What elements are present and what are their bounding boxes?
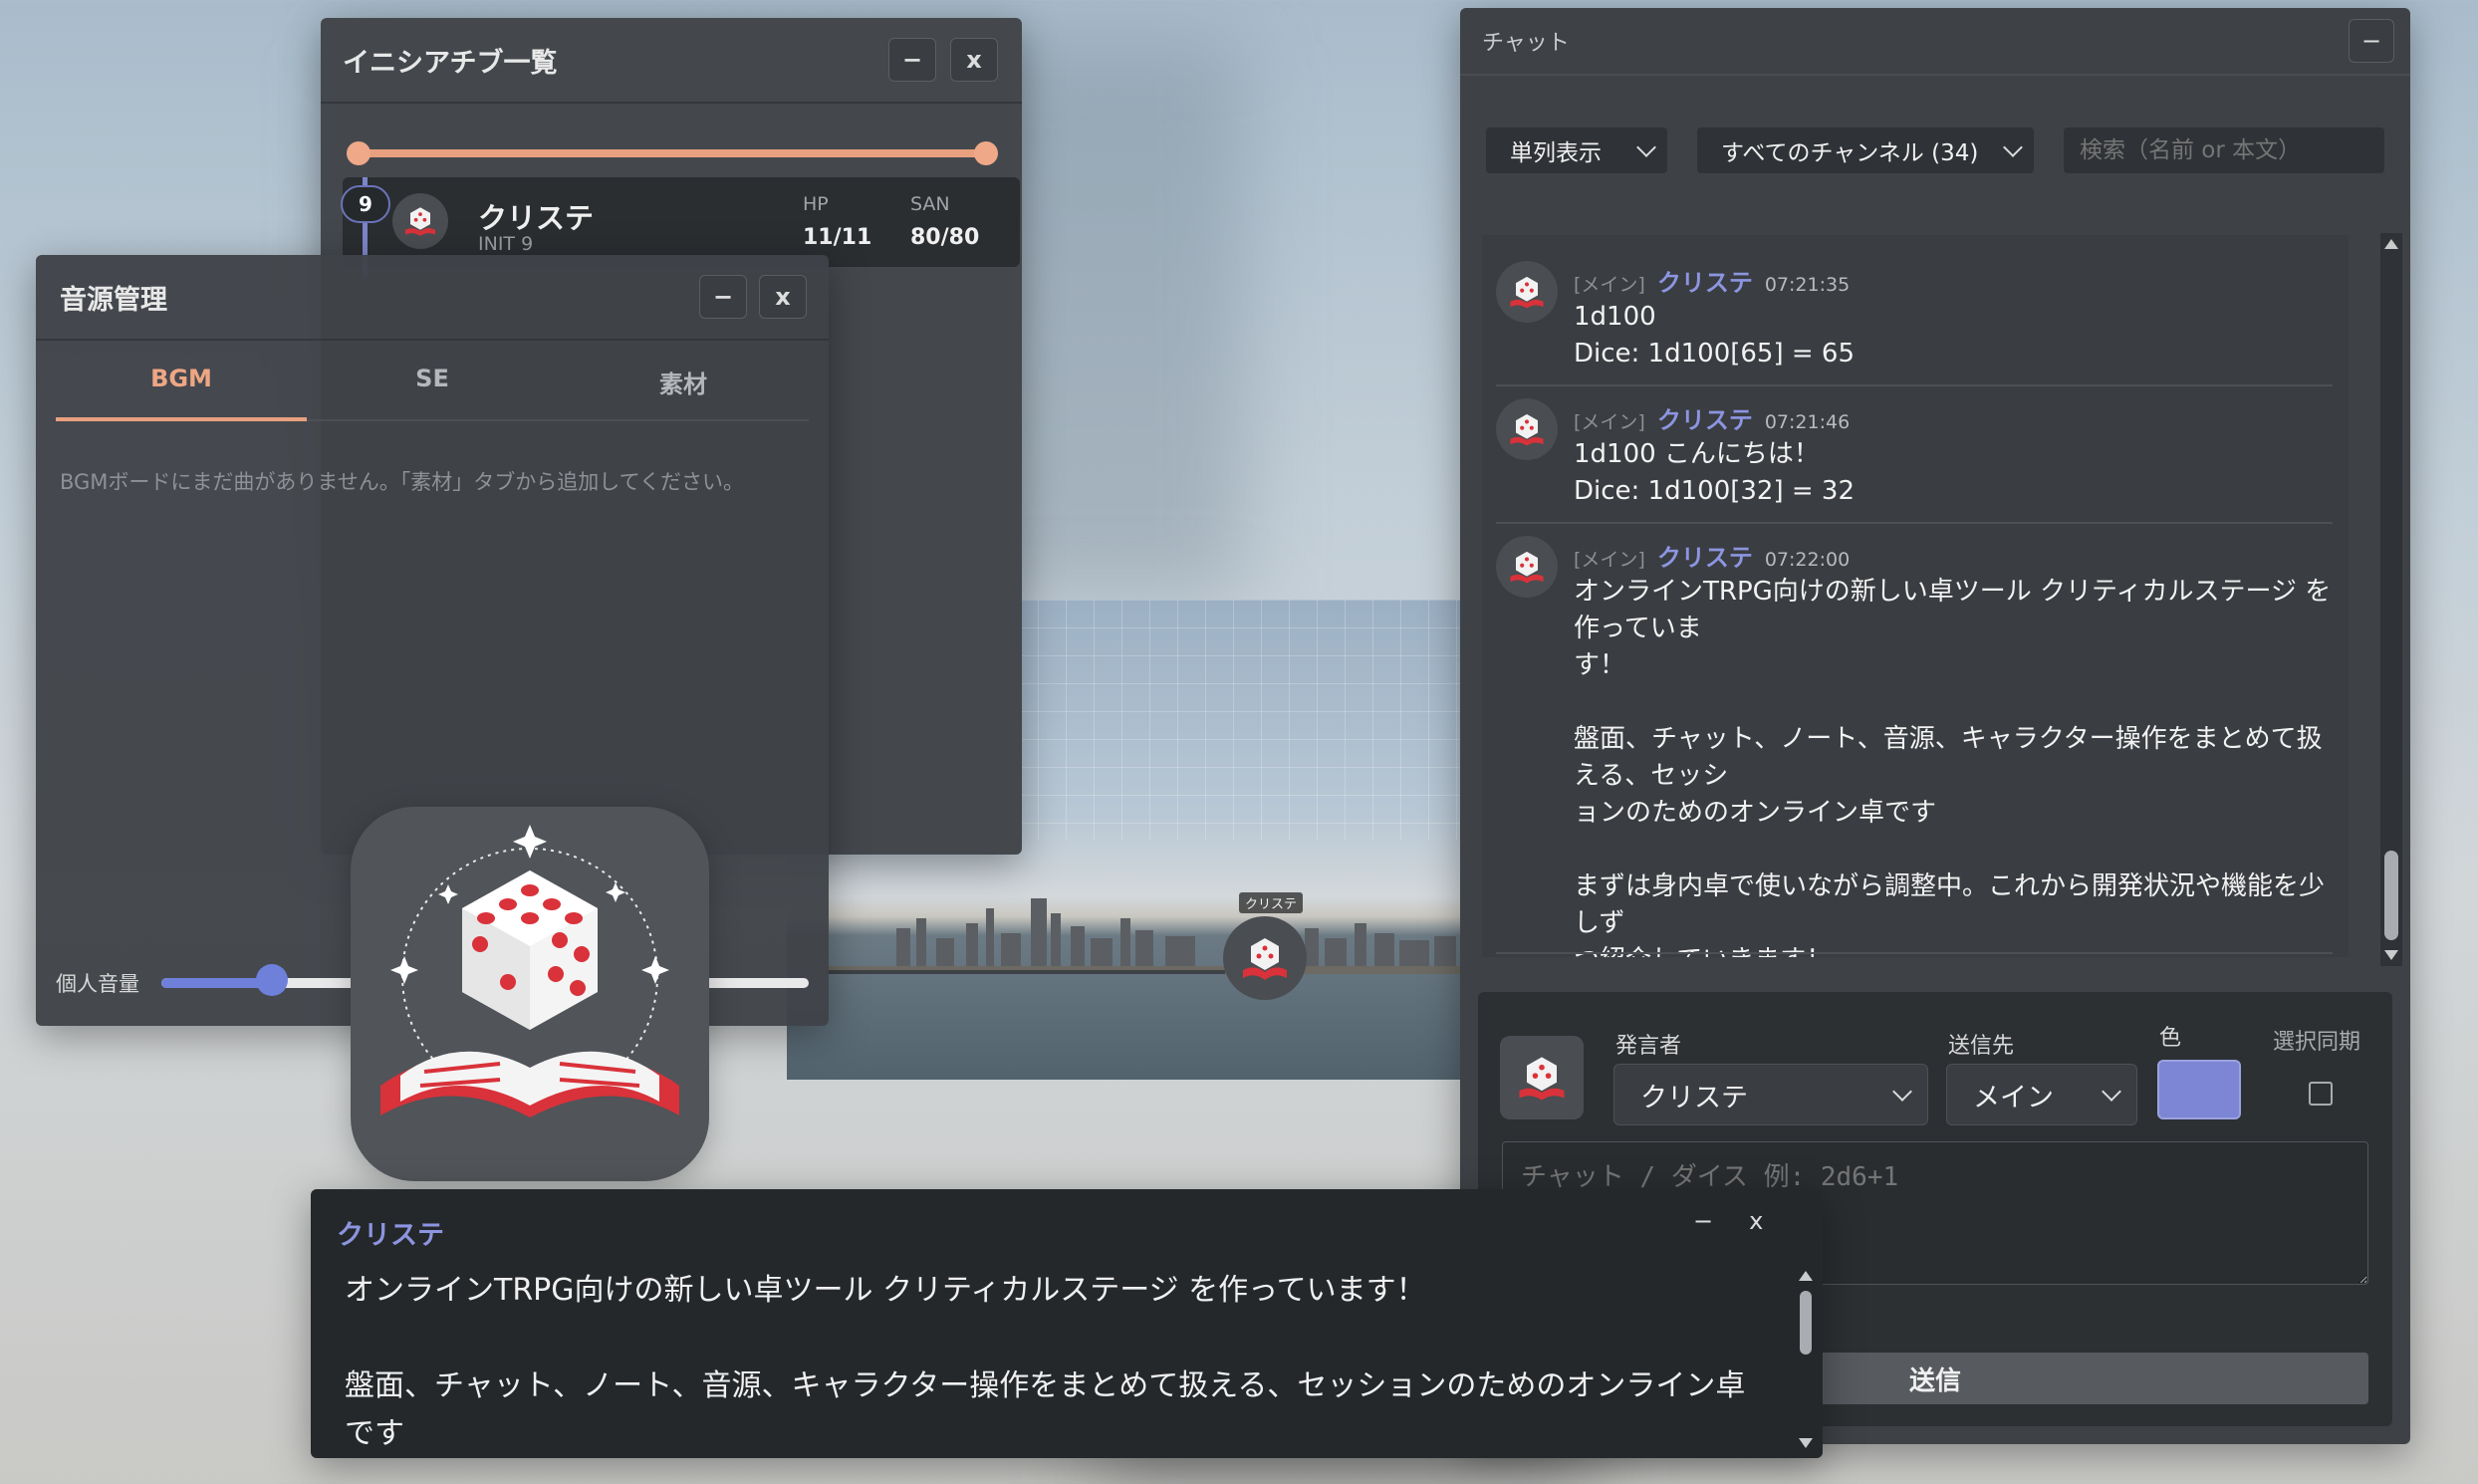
divider (1496, 522, 2333, 524)
volume-handle[interactable] (255, 964, 288, 996)
avatar (1496, 398, 1558, 460)
initiative-range-max-handle[interactable] (974, 141, 998, 165)
divider (1496, 384, 2333, 386)
san-label: SAN (910, 193, 950, 215)
initiative-window-title: イニシアチブ一覧 (343, 47, 558, 79)
dice-book-icon (1510, 413, 1544, 446)
avatar (392, 193, 448, 249)
tab-se[interactable]: SE (307, 365, 558, 419)
popup-controls: − x (1693, 1207, 1763, 1235)
sync-label: 選択同期 (2273, 1030, 2361, 1055)
color-picker[interactable] (2157, 1060, 2241, 1119)
message-time: 07:21:46 (1764, 411, 1851, 433)
initiative-range-min-handle[interactable] (347, 141, 371, 165)
speaker-avatar[interactable] (1500, 1036, 1584, 1119)
message-channel: [メイン] (1574, 411, 1645, 433)
chevron-down-icon (1892, 1082, 1912, 1102)
minimize-button[interactable]: − (1693, 1207, 1713, 1235)
message-author[interactable]: クリステ (1657, 400, 1753, 435)
dice-book-icon (1510, 276, 1544, 309)
message-body: 1d100 Dice: 1d100[65] = 65 (1574, 302, 1856, 369)
san-value: 80/80 (910, 225, 980, 250)
audio-tabs: BGM SE 素材 (56, 365, 809, 421)
initiative-range-track[interactable] (357, 149, 986, 157)
app-logo (351, 807, 709, 1181)
initiative-window-titlebar[interactable]: イニシアチブ一覧 − x (321, 18, 1022, 104)
hp-label: HP (803, 193, 829, 215)
initiative-order-badge: 9 (341, 185, 390, 223)
message-time: 07:22:00 (1764, 549, 1851, 571)
dice-book-icon (405, 207, 435, 236)
message-list[interactable]: [メイン] クリステ 07:21:35 1d100 Dice: 1d100[65… (1482, 235, 2349, 957)
scroll-up-icon (1799, 1271, 1813, 1281)
bgm-empty-message: BGMボードにまだ曲がありません。「素材」タブから追加してください。 (60, 470, 745, 494)
divider (1496, 952, 2333, 954)
chevron-down-icon (2102, 1082, 2121, 1102)
dice-book-icon (1510, 551, 1544, 584)
hp-value: 11/11 (803, 225, 872, 250)
dice-book-icon (1243, 938, 1287, 980)
popup-author: クリステ (337, 1220, 444, 1251)
token-label: クリステ (1239, 892, 1304, 913)
tab-bgm[interactable]: BGM (56, 365, 307, 421)
audio-window-titlebar[interactable]: 音源管理 − x (36, 255, 829, 341)
message-scrollbar[interactable] (2380, 233, 2402, 966)
chat-filters: 単列表示 すべてのチャンネル (34) (1486, 127, 2384, 173)
message-time: 07:21:35 (1764, 274, 1851, 296)
message-header: [メイン] クリステ 07:21:46 (1574, 400, 1850, 435)
target-select[interactable]: メイン (1946, 1064, 2137, 1125)
volume-fill (161, 978, 272, 988)
sync-checkbox[interactable] (2309, 1082, 2333, 1106)
close-button[interactable]: x (950, 38, 998, 82)
popup-body: オンラインTRPG向けの新しい卓ツール クリティカルステージ を作っています！ … (345, 1273, 1746, 1451)
message-popup[interactable]: クリステ − x オンラインTRPG向けの新しい卓ツール クリティカルステージ … (311, 1189, 1823, 1458)
dice-book-icon (1519, 1057, 1565, 1101)
message-author[interactable]: クリステ (1657, 263, 1753, 298)
minimize-button[interactable]: − (888, 38, 936, 82)
character-name: クリステ (478, 201, 595, 235)
message-channel: [メイン] (1574, 549, 1645, 571)
chat-window-title: チャット (1482, 31, 1570, 56)
avatar (1496, 536, 1558, 598)
chevron-down-icon (1636, 137, 1656, 157)
volume-label: 個人音量 (56, 972, 139, 996)
speaker-select[interactable]: クリステ (1613, 1064, 1928, 1125)
speaker-value: クリステ (1640, 1082, 1748, 1113)
target-value: メイン (1973, 1082, 2054, 1113)
search-input[interactable] (2064, 127, 2384, 173)
message-channel: [メイン] (1574, 274, 1645, 296)
close-button[interactable]: x (1749, 1207, 1763, 1235)
color-label: 色 (2159, 1026, 2182, 1051)
channel-value: すべてのチャンネル (34) (1721, 140, 1979, 166)
speaker-label: 発言者 (1615, 1034, 1682, 1059)
initiative-entry[interactable]: 9 クリステ INIT 9 HP 11/11 SAN 80/80 (341, 177, 1020, 277)
initiative-value: INIT 9 (478, 233, 534, 255)
audio-window-title: 音源管理 (60, 284, 167, 316)
scroll-thumb (1800, 1291, 1812, 1355)
message-author[interactable]: クリステ (1657, 538, 1753, 573)
minimize-button[interactable]: − (699, 275, 747, 319)
channel-select[interactable]: すべてのチャンネル (34) (1697, 127, 2034, 173)
tab-materials[interactable]: 素材 (558, 365, 809, 419)
scroll-thumb (2384, 851, 2398, 940)
avatar (1496, 261, 1558, 323)
chat-window-titlebar[interactable]: チャット − (1460, 8, 2410, 76)
view-mode-value: 単列表示 (1510, 140, 1602, 166)
chevron-down-icon (2003, 137, 2023, 157)
message-header: [メイン] クリステ 07:21:35 (1574, 263, 1850, 298)
target-label: 送信先 (1948, 1034, 2015, 1059)
scroll-down-icon (1799, 1438, 1813, 1448)
character-token[interactable] (1223, 916, 1307, 1000)
view-mode-select[interactable]: 単列表示 (1486, 127, 1667, 173)
close-button[interactable]: x (759, 275, 807, 319)
city-skyline (787, 898, 1464, 974)
minimize-button[interactable]: − (2349, 19, 2394, 63)
message-header: [メイン] クリステ 07:22:00 (1574, 538, 1850, 573)
message-body: オンラインTRPG向けの新しい卓ツール クリティカルステージ を作っていま す！… (1574, 577, 2332, 957)
message-body: 1d100 こんにちは！ Dice: 1d100[32] = 32 (1574, 439, 1856, 506)
dice-book-logo-icon (380, 825, 679, 1117)
popup-scrollbar[interactable] (1795, 1269, 1817, 1450)
